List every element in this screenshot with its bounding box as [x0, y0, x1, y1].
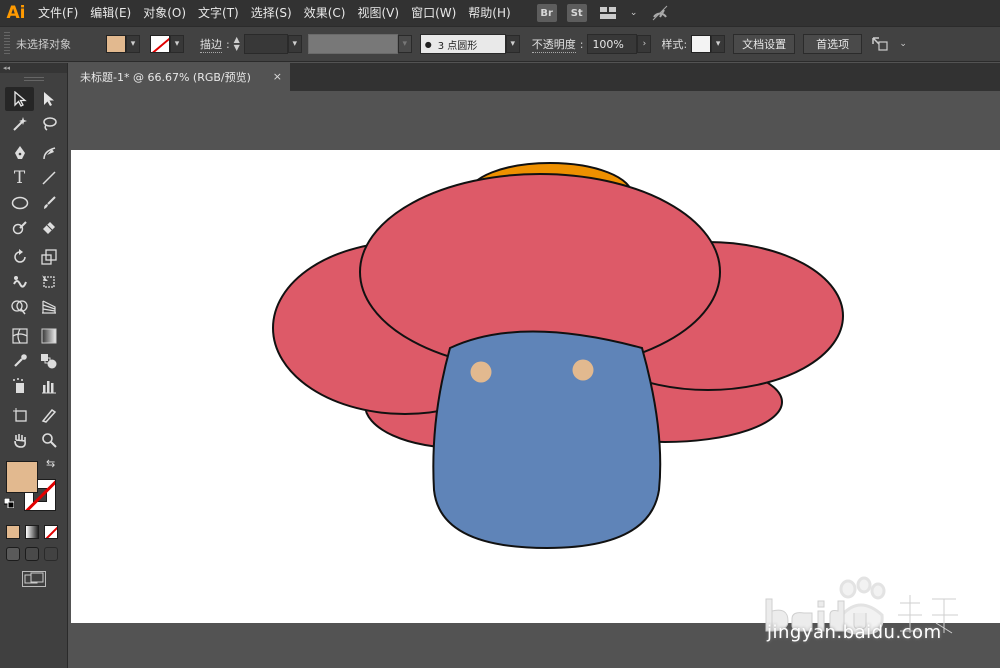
- gradient-mode-swatch[interactable]: [25, 525, 39, 539]
- stroke-swatch[interactable]: [150, 35, 170, 53]
- opacity-label[interactable]: 不透明度: [531, 36, 576, 53]
- stroke-label[interactable]: 描边: [200, 36, 222, 53]
- arrange-icon[interactable]: [870, 35, 890, 53]
- artboard-tool[interactable]: [5, 403, 34, 427]
- menu-type[interactable]: 文字(T): [192, 0, 245, 26]
- tools-panel: ◂◂ T ⇆: [0, 63, 68, 668]
- eyedropper-tool[interactable]: [5, 349, 34, 373]
- profile-dropdown[interactable]: ▾: [397, 35, 412, 53]
- color-mode-swatch[interactable]: [6, 525, 20, 539]
- stroke-dropdown[interactable]: ▾: [170, 35, 184, 53]
- symbol-sprayer-tool[interactable]: [5, 374, 34, 398]
- stroke-weight-field[interactable]: [243, 34, 288, 54]
- tools-collapse-icon[interactable]: ◂◂: [0, 63, 67, 73]
- blend-tool[interactable]: [34, 349, 63, 373]
- slice-tool[interactable]: [34, 403, 63, 427]
- rotate-tool[interactable]: [5, 245, 34, 269]
- brush-definition-field[interactable]: ● 3 点圆形: [419, 34, 506, 54]
- brush-dropdown[interactable]: ▾: [505, 35, 520, 53]
- selection-status: 未选择对象: [16, 38, 71, 51]
- brush-dot-icon: ●: [424, 39, 432, 49]
- type-tool-icon[interactable]: T: [5, 166, 34, 190]
- fill-swatch[interactable]: [106, 35, 126, 53]
- preferences-button[interactable]: 首选项: [803, 34, 863, 54]
- fill-color-box[interactable]: [6, 461, 38, 493]
- menu-object[interactable]: 对象(O): [137, 0, 192, 26]
- graphic-style-swatch[interactable]: [691, 35, 712, 53]
- lasso-tool[interactable]: [34, 112, 63, 136]
- left-eye[interactable]: [470, 361, 492, 383]
- control-grip[interactable]: [4, 32, 10, 56]
- style-label: 样式: [661, 38, 684, 51]
- brush-definition-label: 3 点圆形: [437, 40, 478, 52]
- document-tab-title: 未标题-1* @ 66.67% (RGB/预览): [80, 71, 251, 84]
- chevron-down-icon[interactable]: ⌄: [624, 4, 644, 22]
- stroke-weight-dropdown[interactable]: ▾: [287, 35, 302, 53]
- draw-behind-icon[interactable]: [25, 547, 39, 561]
- document-tab-bar: 未标题-1* @ 66.67% (RGB/预览) ×: [70, 63, 1000, 91]
- menu-view[interactable]: 视图(V): [351, 0, 405, 26]
- line-segment-tool[interactable]: [34, 166, 63, 190]
- arrange-chevron-icon[interactable]: ⌄: [893, 35, 913, 53]
- workspace-layout-icon[interactable]: [598, 4, 618, 22]
- free-transform-tool[interactable]: [34, 270, 63, 294]
- watermark-url: jingyan.baidu.com: [767, 622, 942, 643]
- fill-stroke-widget: ⇆: [0, 457, 67, 521]
- style-dropdown[interactable]: ▾: [711, 35, 726, 53]
- shape-builder-tool[interactable]: [5, 295, 34, 319]
- variable-width-profile[interactable]: [307, 34, 398, 54]
- screen-mode-icon[interactable]: [21, 571, 46, 587]
- document-tab[interactable]: 未标题-1* @ 66.67% (RGB/预览) ×: [70, 63, 290, 91]
- zoom-tool[interactable]: [34, 428, 63, 452]
- warp-tool[interactable]: [5, 270, 34, 294]
- perspective-grid-tool[interactable]: [34, 295, 63, 319]
- magic-wand-tool[interactable]: [5, 112, 34, 136]
- close-icon[interactable]: ×: [273, 70, 282, 83]
- swap-fill-stroke-icon[interactable]: ⇆: [46, 457, 55, 470]
- direct-selection-tool[interactable]: [34, 87, 63, 111]
- shaper-tool[interactable]: [5, 216, 34, 240]
- curvature-tool[interactable]: [34, 141, 63, 165]
- menu-select[interactable]: 选择(S): [245, 0, 298, 26]
- menu-bar: Ai 文件(F) 编辑(E) 对象(O) 文字(T) 选择(S) 效果(C) 视…: [0, 0, 1000, 26]
- control-bar: 未选择对象 ▾ ▾ 描边 : ▲ ▼ ▾ ▾ ● 3 点圆形 ▾ 不透明度 : 1…: [0, 26, 1000, 62]
- menu-effect[interactable]: 效果(C): [298, 0, 352, 26]
- bridge-button[interactable]: Br: [536, 4, 557, 22]
- gradient-tool[interactable]: [34, 324, 63, 348]
- fill-dropdown[interactable]: ▾: [126, 35, 140, 53]
- scale-tool[interactable]: [34, 245, 63, 269]
- document-setup-button[interactable]: 文档设置: [733, 34, 796, 54]
- eraser-tool[interactable]: [34, 216, 63, 240]
- menu-help[interactable]: 帮助(H): [462, 0, 516, 26]
- draw-normal-icon[interactable]: [6, 547, 20, 561]
- blue-body[interactable]: [432, 330, 662, 550]
- opacity-field[interactable]: 100%: [587, 34, 638, 54]
- mesh-tool[interactable]: [5, 324, 34, 348]
- app-logo: Ai: [6, 3, 26, 23]
- baidu-watermark-logo: [765, 576, 958, 635]
- menu-file[interactable]: 文件(F): [32, 0, 84, 26]
- menu-window[interactable]: 窗口(W): [405, 0, 462, 26]
- default-fill-stroke-icon[interactable]: [3, 497, 15, 509]
- column-graph-tool[interactable]: [34, 374, 63, 398]
- right-eye[interactable]: [572, 359, 594, 381]
- stroke-weight-stepper[interactable]: ▲ ▼: [230, 34, 244, 54]
- selection-tool[interactable]: [5, 87, 34, 111]
- pen-tool[interactable]: [5, 141, 34, 165]
- menu-edit[interactable]: 编辑(E): [84, 0, 137, 26]
- tools-grip[interactable]: [23, 77, 44, 81]
- ellipse-tool[interactable]: [5, 191, 34, 215]
- opacity-arrow[interactable]: ›: [637, 35, 652, 53]
- none-mode-swatch[interactable]: [44, 525, 58, 539]
- gpu-performance-icon[interactable]: [650, 4, 670, 22]
- hand-tool[interactable]: [5, 428, 34, 452]
- draw-inside-icon[interactable]: [44, 547, 58, 561]
- stock-button[interactable]: St: [566, 4, 587, 22]
- paintbrush-tool[interactable]: [34, 191, 63, 215]
